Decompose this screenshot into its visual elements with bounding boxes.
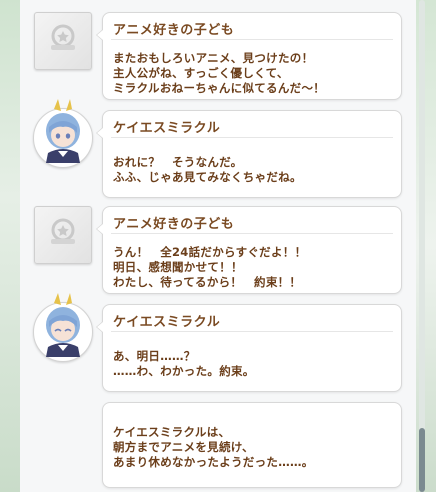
message-line: あ、明日……？ [113,349,196,363]
speaker-name: アニメ好きの子ども [113,23,235,38]
divider [111,233,393,234]
narration-line: あまり休めなかったようだった……。 [113,455,314,469]
message-bubble: アニメ好きの子ども うん！ 全24話だからすぐだよ！！ 明日、感想聞かせて！！ … [96,206,402,294]
scrollbar-thumb[interactable] [419,428,425,492]
message-line: ミラクルおねーちゃんに似てるんだ～！ [113,81,326,95]
divider [111,39,393,40]
narration-line: 朝方までアニメを見続け、 [113,440,254,454]
character-portrait-icon [46,99,80,163]
speaker-name: ケイエスミラクル [113,121,221,136]
dialogue-log-panel[interactable]: アニメ好きの子ども またおもしろいアニメ、見つけたの！ 主人公がね、すっごく優し… [20,0,416,492]
message-line: おれに？ そうなんだ。 [113,155,243,169]
narration-line: ケイエスミラクルは、 [113,425,231,439]
bubble-tail [96,321,103,333]
placeholder-icon [51,24,75,50]
avatar-placeholder [34,12,92,70]
message-bubble: ケイエスミラクル おれに？ そうなんだ。 ふふ、じゃあ見てみなくちゃだね。 [96,110,402,198]
bubble-tail [96,127,103,139]
bubble-tail [96,29,103,41]
divider [111,137,393,138]
background-left [0,0,20,492]
speaker-name: アニメ好きの子ども [113,217,235,232]
scrollbar-track[interactable] [419,0,425,492]
bubble-tail [96,223,103,235]
message-bubble: ケイエスミラクル あ、明日……？ ……わ、わかった。約束。 [96,304,402,392]
narration-bubble: ケイエスミラクルは、 朝方までアニメを見続け、 あまり休めなかったようだった……… [102,402,402,488]
speaker-name: ケイエスミラクル [113,315,221,330]
character-avatar [33,99,93,168]
message-line: わたし、待ってるから！ 約束！！ [113,275,302,289]
message-line: またおもしろいアニメ、見つけたの！ [113,51,314,65]
message-line: 主人公がね、すっごく優しくて、 [113,66,289,80]
message-line: 明日、感想聞かせて！！ [113,260,243,274]
message-line: うん！ 全24話だからすぐだよ！！ [113,245,307,259]
message-line: ……わ、わかった。約束。 [113,364,255,378]
divider [111,331,393,332]
avatar-placeholder [34,206,92,264]
placeholder-icon [51,218,75,244]
character-portrait-icon [46,293,80,357]
message-bubble: アニメ好きの子ども またおもしろいアニメ、見つけたの！ 主人公がね、すっごく優し… [96,12,402,100]
message-line: ふふ、じゃあ見てみなくちゃだね。 [113,170,302,184]
character-avatar [33,293,93,362]
